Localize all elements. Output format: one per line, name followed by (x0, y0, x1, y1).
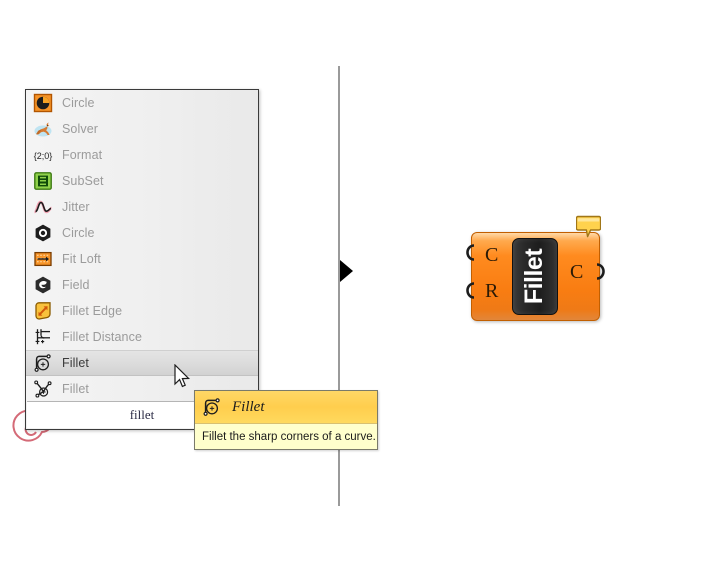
tooltip-body: Fillet the sharp corners of a curve. (195, 424, 377, 449)
circle-hex-dark-icon (35, 224, 51, 242)
component-search-panel: Circle Solver {2;0} Format SubSet Jitter… (25, 89, 259, 430)
list-item[interactable]: Fillet Distance (26, 324, 258, 350)
list-item[interactable]: Jitter (26, 194, 258, 220)
list-item-label: Solver (62, 122, 99, 136)
fillet-curve-icon (203, 398, 220, 416)
fillet-curve-icon (34, 354, 51, 372)
input-label-r: R (485, 280, 499, 302)
list-item-label: Jitter (62, 200, 90, 214)
svg-text:{2;0}: {2;0} (34, 151, 53, 161)
search-input-value: fillet (129, 407, 155, 422)
circle-pie-orange-icon (33, 93, 53, 113)
fillet-distance-icon (35, 329, 50, 345)
arrow-pointer-icon (174, 364, 191, 388)
output-label-c: C (570, 261, 584, 283)
list-item-label: Circle (62, 226, 95, 240)
list-item[interactable]: Fillet Edge (26, 298, 258, 324)
list-item[interactable]: Solver (26, 116, 258, 142)
list-item-label: Fillet (62, 356, 89, 370)
component-name: Fillet (520, 248, 549, 305)
right-triangle-marker-icon (340, 260, 353, 282)
output-port-c[interactable] (595, 263, 610, 280)
list-item-label: Fit Loft (62, 252, 102, 266)
tooltip-title: Fillet (232, 398, 265, 415)
list-item-label: Fillet Distance (62, 330, 142, 344)
tooltip-description: Fillet the sharp corners of a curve. (202, 430, 376, 443)
field-hex-icon (35, 276, 51, 294)
component-nametag[interactable]: Fillet (512, 238, 558, 315)
suggestion-list[interactable]: Circle Solver {2;0} Format SubSet Jitter… (26, 90, 258, 403)
grasshopper-component-fillet[interactable]: C R C Fillet (466, 215, 605, 321)
input-label-c: C (485, 244, 499, 266)
list-item[interactable]: {2;0} Format (26, 142, 258, 168)
list-item-label: Circle (62, 96, 95, 110)
list-item-fillet-selected[interactable]: Fillet (26, 350, 258, 376)
list-item-label: Fillet Edge (62, 304, 123, 318)
fillet-edge-icon (35, 302, 51, 320)
kangaroo-solver-icon (34, 122, 52, 137)
list-item[interactable]: Fit Loft (26, 246, 258, 272)
input-port-c[interactable] (461, 244, 476, 261)
fillet-node-icon (34, 380, 52, 398)
message-balloon-icon[interactable] (576, 215, 601, 239)
list-item-label: SubSet (62, 174, 104, 188)
subset-green-icon (34, 172, 52, 190)
list-item[interactable]: Field (26, 272, 258, 298)
list-item-label: Field (62, 278, 90, 292)
list-item-label: Fillet (62, 382, 89, 396)
format-braces-icon: {2;0} (34, 151, 53, 161)
list-item-label: Format (62, 148, 103, 162)
tooltip-header: Fillet (195, 391, 377, 424)
input-port-r[interactable] (461, 282, 476, 299)
jitter-curve-icon (33, 200, 52, 214)
fit-loft-icon (34, 251, 52, 267)
list-item[interactable]: Circle (26, 220, 258, 246)
component-tooltip: Fillet Fillet the sharp corners of a cur… (194, 390, 378, 450)
list-item[interactable]: Circle (26, 90, 258, 116)
list-item[interactable]: SubSet (26, 168, 258, 194)
